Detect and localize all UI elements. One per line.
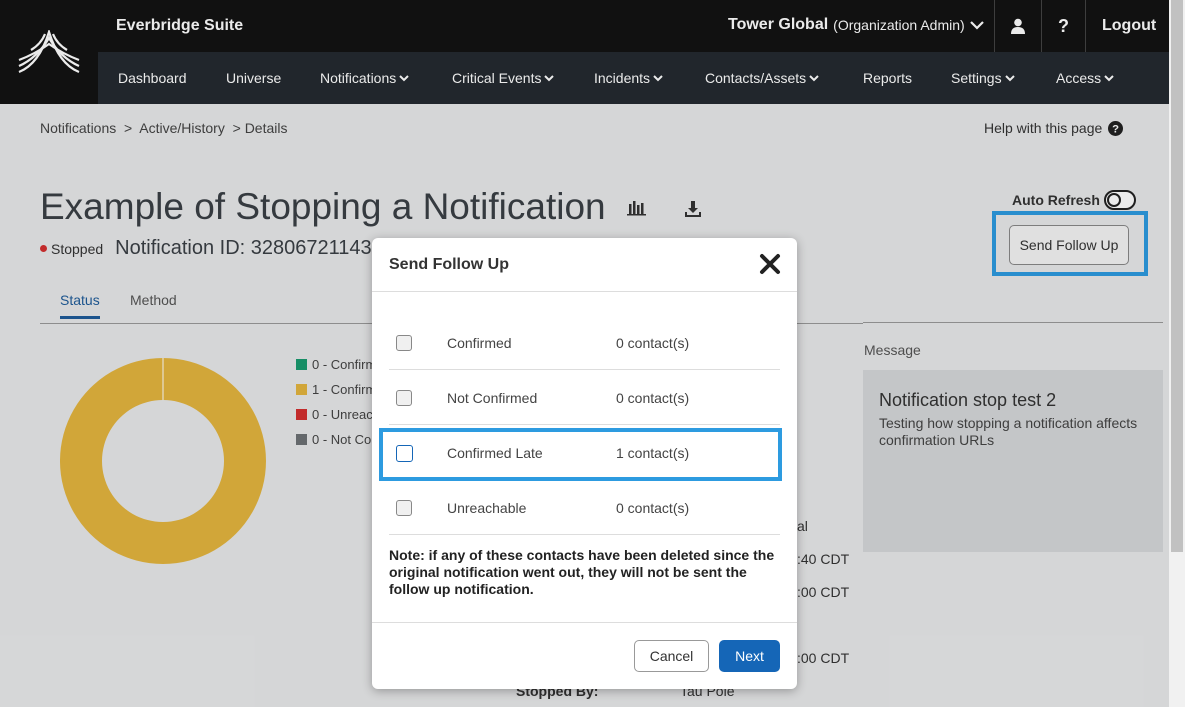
next-button[interactable]: Next	[719, 640, 780, 672]
confirmed-late-highlight	[379, 428, 782, 481]
dialog-header: Send Follow Up	[372, 238, 797, 292]
confirmed-checkbox[interactable]	[396, 335, 412, 351]
not-confirmed-checkbox[interactable]	[396, 390, 412, 406]
scrollbar-thumb[interactable]	[1171, 0, 1183, 552]
unreachable-checkbox[interactable]	[396, 500, 412, 516]
option-label: Not Confirmed	[447, 390, 538, 406]
follow-up-option-not-confirmed[interactable]: Not Confirmed 0 contact(s)	[389, 370, 780, 425]
dialog-note: Note: if any of these contacts have been…	[389, 547, 775, 597]
option-count: 0 contact(s)	[616, 500, 690, 516]
option-count: 0 contact(s)	[616, 335, 690, 351]
page-scrollbar[interactable]	[1169, 0, 1185, 707]
follow-up-option-unreachable[interactable]: Unreachable 0 contact(s)	[389, 480, 780, 535]
dialog-title: Send Follow Up	[389, 256, 509, 273]
cancel-button[interactable]: Cancel	[634, 640, 709, 672]
close-icon[interactable]	[759, 253, 781, 275]
follow-up-option-confirmed[interactable]: Confirmed 0 contact(s)	[389, 315, 780, 370]
option-count: 0 contact(s)	[616, 390, 690, 406]
option-label: Confirmed	[447, 335, 512, 351]
dialog-footer-divider	[372, 622, 797, 623]
option-label: Unreachable	[447, 500, 527, 516]
